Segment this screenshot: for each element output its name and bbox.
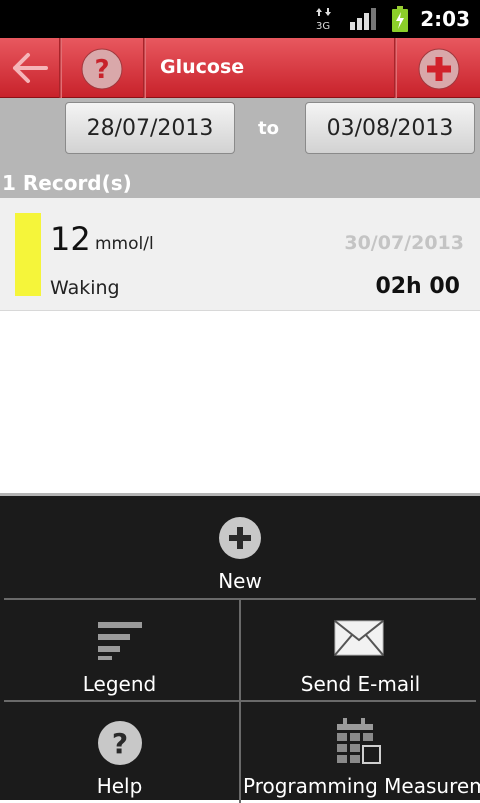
menu-item-help[interactable]: ? Help — [0, 702, 239, 803]
help-circle-icon: ? — [98, 721, 142, 765]
calendar-schedule-icon — [337, 718, 381, 764]
menu-label-send-email: Send E-mail — [300, 672, 421, 696]
record-date: 30/07/2013 — [344, 232, 464, 254]
back-button[interactable] — [0, 38, 58, 98]
date-range-separator: to — [258, 118, 279, 139]
svg-text:?: ? — [94, 55, 109, 85]
date-range-bar: 28/07/2013 to 03/08/2013 — [0, 98, 480, 168]
list-item[interactable]: 12 mmol/l 30/07/2013 Waking 02h 00 — [0, 198, 480, 311]
menu-label-legend: Legend — [82, 672, 157, 696]
record-count: 1 Record(s) — [0, 168, 480, 198]
signal-strength-icon — [350, 8, 376, 30]
record-color-swatch — [15, 213, 41, 296]
status-bar: 3G 2:03 — [0, 0, 480, 38]
start-date-button[interactable]: 28/07/2013 — [65, 102, 235, 154]
clock: 2:03 — [420, 7, 470, 31]
record-time: 02h 00 — [375, 274, 460, 299]
menu-label-help: Help — [96, 774, 143, 798]
menu-item-send-email[interactable]: Send E-mail — [241, 600, 480, 700]
svg-text:3G: 3G — [316, 21, 330, 30]
record-unit: mmol/l — [95, 234, 154, 254]
plus-icon — [418, 48, 460, 90]
back-arrow-icon — [13, 53, 48, 83]
battery-charging-icon — [392, 6, 408, 32]
end-date-button[interactable]: 03/08/2013 — [305, 102, 475, 154]
help-button[interactable]: ? — [62, 38, 142, 98]
record-value: 12 — [50, 220, 91, 258]
svg-text:?: ? — [112, 727, 128, 760]
menu-label-programming-measurements: Programming Measurements — [243, 774, 480, 798]
menu-label-new: New — [218, 569, 262, 593]
menu-item-new[interactable]: New — [0, 496, 480, 598]
menu-item-legend[interactable]: Legend — [0, 600, 239, 700]
network-3g-icon: 3G — [316, 8, 331, 30]
envelope-icon — [334, 620, 384, 656]
options-menu: New Legend Send E-mail ? Help Programmin… — [0, 493, 480, 803]
question-icon: ? — [81, 48, 123, 90]
menu-item-programming-measurements[interactable]: Programming Measurements — [241, 702, 480, 803]
title-toolbar: ? Glucose — [0, 38, 480, 98]
legend-list-icon — [98, 622, 142, 660]
add-record-button[interactable] — [397, 38, 480, 98]
plus-circle-icon — [219, 517, 261, 559]
page-title: Glucose — [160, 56, 245, 78]
record-label: Waking — [50, 277, 120, 299]
